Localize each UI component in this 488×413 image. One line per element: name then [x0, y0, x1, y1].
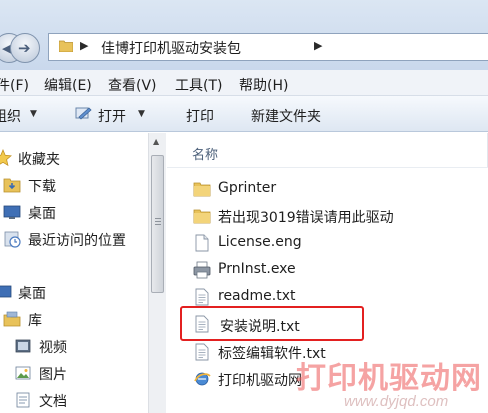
menu-tools[interactable]: 工具(T)	[175, 75, 222, 95]
file-item-folder-3019[interactable]: 若出现3019错误请用此驱动	[187, 203, 477, 229]
menu-file[interactable]: 件(F)	[0, 75, 29, 95]
file-icon	[195, 234, 209, 252]
grip-line	[155, 221, 161, 222]
internet-shortcut-icon	[194, 372, 211, 386]
print-button[interactable]: 打印	[186, 106, 214, 126]
nav-label: 桌面	[18, 286, 46, 302]
address-bar-area: ◀ ➔ ▶ 佳博打印机驱动安装包 ▶	[0, 0, 488, 70]
nav-label: 文档	[39, 394, 67, 410]
file-item-license[interactable]: License.eng	[187, 230, 477, 256]
chevron-right-icon[interactable]: ▶	[314, 39, 322, 52]
chevron-right-icon[interactable]: ▶	[80, 39, 88, 52]
file-name: 打印机驱动网	[218, 373, 302, 389]
file-item-gprinter[interactable]: Gprinter	[187, 176, 477, 202]
grip-line	[155, 218, 161, 219]
forward-button[interactable]: ➔	[10, 33, 40, 63]
file-name: 若出现3019错误请用此驱动	[218, 210, 394, 226]
grip-line	[155, 224, 161, 225]
watermark-url: www.dyjqd.com	[344, 393, 449, 410]
nav-item-videos[interactable]: 视频	[0, 334, 148, 358]
menu-bar: 件(F) 编辑(E) 查看(V) 工具(T) 帮助(H)	[0, 70, 488, 96]
organize-button[interactable]: 组织	[0, 106, 21, 126]
desktop-icon	[3, 205, 21, 219]
text-file-icon	[195, 315, 209, 333]
nav-label: 桌面	[28, 206, 56, 222]
file-name: readme.txt	[218, 288, 296, 304]
open-icon	[75, 107, 92, 120]
folder-icon	[193, 209, 211, 224]
scroll-up-icon[interactable]: ▲	[153, 137, 159, 146]
nav-item-favorites[interactable]: 收藏夹	[0, 146, 148, 170]
address-field[interactable]: ▶ 佳博打印机驱动安装包 ▶	[48, 33, 488, 61]
menu-view[interactable]: 查看(V)	[108, 75, 157, 95]
file-name: License.eng	[218, 234, 302, 250]
nav-label: 收藏夹	[18, 152, 60, 168]
nav-item-pictures[interactable]: 图片	[0, 361, 148, 385]
recent-places-icon	[4, 231, 21, 248]
dropdown-arrow-icon[interactable]: ▼	[138, 109, 145, 119]
video-library-icon	[15, 339, 31, 353]
library-icon	[3, 311, 21, 327]
nav-label: 视频	[39, 340, 67, 356]
file-name: PrnInst.exe	[218, 261, 296, 277]
navigation-pane: 收藏夹 下载 桌面 最近访问的位置 桌面 库 视频 图片 文档	[0, 133, 148, 413]
watermark-title: 打印机驱动网	[296, 362, 482, 395]
file-name: Gprinter	[218, 180, 277, 196]
download-folder-icon	[3, 178, 21, 193]
menu-edit[interactable]: 编辑(E)	[44, 75, 92, 95]
nav-item-documents[interactable]: 文档	[0, 388, 148, 412]
picture-library-icon	[15, 366, 31, 380]
star-icon	[0, 149, 12, 167]
nav-label: 图片	[39, 367, 67, 383]
printer-exe-icon	[193, 261, 211, 279]
menu-help[interactable]: 帮助(H)	[239, 75, 288, 95]
column-header-name[interactable]: 名称	[192, 144, 218, 163]
text-file-icon	[195, 343, 209, 361]
command-toolbar: 组织 ▼ 打开 ▼ 打印 新建文件夹	[0, 96, 488, 132]
text-file-icon	[195, 288, 209, 306]
scrollbar-thumb[interactable]	[151, 155, 164, 293]
nav-label: 最近访问的位置	[28, 233, 126, 249]
file-name: 安装说明.txt	[220, 319, 300, 335]
document-library-icon	[16, 392, 30, 408]
nav-item-desktop[interactable]: 桌面	[0, 200, 148, 224]
nav-label: 库	[28, 313, 42, 329]
file-item-install-guide-selected[interactable]: 安装说明.txt	[180, 306, 364, 341]
nav-item-recent-places[interactable]: 最近访问的位置	[0, 227, 148, 251]
nav-label: 下载	[28, 179, 56, 195]
breadcrumb[interactable]: 佳博打印机驱动安装包	[101, 38, 241, 58]
nav-scrollbar[interactable]: ▲	[148, 133, 166, 413]
dropdown-arrow-icon[interactable]: ▼	[30, 109, 37, 119]
nav-item-desktop-root[interactable]: 桌面	[0, 280, 148, 304]
header-divider	[167, 167, 488, 168]
forward-arrow-icon: ➔	[18, 39, 31, 57]
nav-item-libraries[interactable]: 库	[0, 307, 148, 331]
desktop-icon	[0, 285, 12, 298]
file-item-prninst[interactable]: PrnInst.exe	[187, 257, 477, 283]
new-folder-button[interactable]: 新建文件夹	[251, 106, 321, 126]
folder-icon	[59, 40, 73, 52]
open-button[interactable]: 打开	[98, 106, 126, 126]
nav-item-downloads[interactable]: 下载	[0, 173, 148, 197]
folder-icon	[193, 182, 211, 197]
